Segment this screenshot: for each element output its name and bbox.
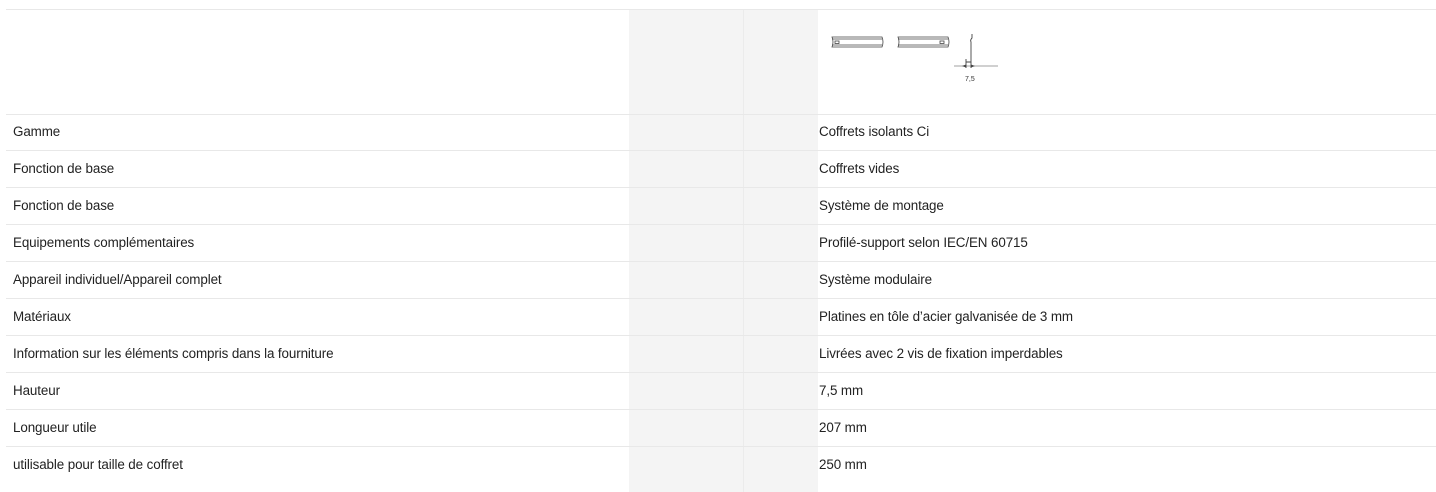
row-value: 7,5 mm bbox=[819, 383, 864, 398]
rail-top-view-1 bbox=[831, 36, 884, 48]
table-row: utilisable pour taille de coffret 250 mm bbox=[6, 447, 1436, 484]
row-label: Gamme bbox=[13, 124, 61, 139]
row-value: Système modulaire bbox=[819, 272, 932, 287]
table-row: Fonction de base Système de montage bbox=[6, 188, 1436, 225]
row-value: Livrées avec 2 vis de fixation imperdabl… bbox=[819, 346, 1063, 361]
table-row: Gamme Coffrets isolants Ci bbox=[6, 114, 1436, 151]
row-value: 250 mm bbox=[819, 457, 867, 472]
table-row: Information sur les éléments compris dan… bbox=[6, 336, 1436, 373]
table-row: Hauteur 7,5 mm bbox=[6, 373, 1436, 410]
rail-top-view-2 bbox=[897, 36, 950, 48]
table-row: Equipements complémentaires Profilé-supp… bbox=[6, 225, 1436, 262]
row-value: Coffrets vides bbox=[819, 161, 900, 176]
row-value: Platines en tôle d’acier galvanisée de 3… bbox=[819, 309, 1073, 324]
row-value: Système de montage bbox=[819, 198, 944, 213]
row-label: Information sur les éléments compris dan… bbox=[13, 346, 334, 361]
rail-profile bbox=[954, 34, 998, 68]
row-label: utilisable pour taille de coffret bbox=[13, 457, 183, 472]
row-label: Fonction de base bbox=[13, 198, 115, 213]
row-label: Appareil individuel/Appareil complet bbox=[13, 272, 222, 287]
table-row: Longueur utile 207 mm bbox=[6, 410, 1436, 447]
dimension-label: 7,5 bbox=[965, 76, 975, 83]
row-value: Profilé-support selon IEC/EN 60715 bbox=[819, 235, 1028, 250]
table-row: Appareil individuel/Appareil complet Sys… bbox=[6, 262, 1436, 299]
row-label: Equipements complémentaires bbox=[13, 235, 195, 250]
row-value: 207 mm bbox=[819, 420, 867, 435]
table-row: Matériaux Platines en tôle d’acier galva… bbox=[6, 299, 1436, 336]
mounting-rail-drawing: 7,5 bbox=[831, 34, 998, 83]
drawing-row bbox=[6, 10, 1436, 115]
row-value: Coffrets isolants Ci bbox=[819, 124, 930, 139]
row-label: Matériaux bbox=[13, 309, 71, 324]
table-row: Fonction de base Coffrets vides bbox=[6, 151, 1436, 188]
row-label: Hauteur bbox=[13, 383, 60, 398]
row-label: Fonction de base bbox=[13, 161, 115, 176]
row-label: Longueur utile bbox=[13, 420, 97, 435]
